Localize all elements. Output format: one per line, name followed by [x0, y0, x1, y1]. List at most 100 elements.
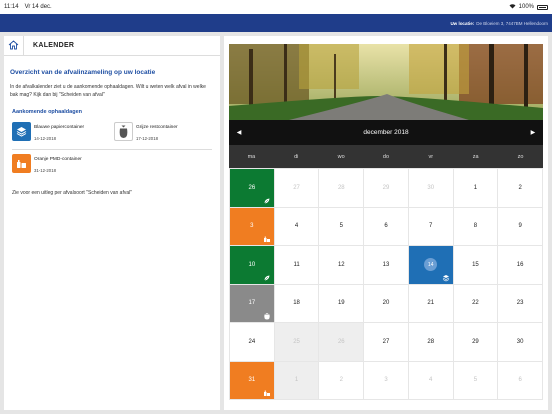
weekday-label: za: [472, 153, 479, 160]
location-label: Uw locatie:: [450, 20, 475, 26]
day-number: 4: [429, 377, 433, 384]
upcoming-pickups-row2: Oranje PMD-container 31-12-2018: [12, 154, 214, 181]
weekday-label: zo: [517, 153, 524, 160]
overview-heading: Overzicht van de afvalinzameling op uw l…: [10, 69, 156, 76]
calendar-day-cell[interactable]: 11: [274, 246, 320, 285]
battery-percentage: 100%: [518, 4, 534, 10]
upcoming-pickups: Blauwe papiercontainer 14-12-2018 Grijze…: [12, 122, 214, 149]
calendar-day-cell[interactable]: 4: [408, 361, 454, 400]
calendar-day-cell[interactable]: 26: [319, 323, 365, 362]
calendar-day-cell[interactable]: 23: [498, 284, 543, 323]
today-indicator: 14: [424, 258, 438, 272]
calendar-day-cell[interactable]: 5: [319, 207, 365, 246]
calendar-day-cell[interactable]: 19: [319, 284, 365, 323]
page-title: KALENDER: [33, 42, 75, 49]
calendar-day-cell[interactable]: 18: [274, 284, 320, 323]
day-number: 3: [250, 223, 254, 230]
status-time: 11:14: [4, 4, 19, 10]
next-month-button[interactable]: ▶: [527, 129, 539, 136]
calendar-day-cell[interactable]: 6: [498, 361, 543, 400]
calendar-day-cell[interactable]: 4: [274, 207, 320, 246]
day-number: 27: [293, 184, 300, 191]
calendar-day-cell[interactable]: 6: [364, 207, 409, 246]
day-number: 30: [516, 338, 524, 345]
calendar-day-cell[interactable]: 12: [319, 246, 365, 285]
location-bar: Uw locatie: De Bloeiem 3, 7447BM Hellend…: [0, 14, 552, 32]
day-number: 1: [294, 377, 299, 384]
pickup-item-orange[interactable]: Oranje PMD-container 31-12-2018: [12, 154, 114, 181]
calendar-day-cell[interactable]: 20: [364, 284, 409, 323]
calendar-day-cell[interactable]: 3: [364, 361, 409, 400]
pickup-item-blue[interactable]: Blauwe papiercontainer 14-12-2018: [12, 122, 114, 149]
day-number: 26: [248, 184, 256, 191]
day-number: 12: [337, 261, 345, 268]
day-number: 10: [248, 261, 256, 268]
weekday-label: wo: [337, 153, 345, 160]
calendar-day-cell[interactable]: 7: [408, 207, 454, 246]
weekday-label: vr: [428, 153, 434, 160]
gft-icon: [263, 197, 271, 205]
day-number: 28: [337, 184, 345, 191]
calendar-day-cell[interactable]: 1: [274, 361, 320, 400]
calendar-day-cell[interactable]: 16: [498, 246, 543, 285]
calendar-day-cell[interactable]: 25: [274, 323, 320, 362]
weekday-header: ma di wo do vr za zo: [229, 145, 543, 168]
calendar-day-cell[interactable]: 26: [230, 169, 275, 208]
calendar-day-cell[interactable]: 31: [230, 361, 275, 400]
day-number: 30: [427, 184, 435, 191]
calendar-day-cell[interactable]: 15: [453, 246, 499, 285]
calendar-day-cell[interactable]: 21: [408, 284, 454, 323]
paper-icon: [12, 122, 31, 141]
location-address[interactable]: De Bloeiem 3, 7447BM Hellendoorn: [476, 21, 548, 26]
calendar-day-cell[interactable]: 30: [408, 169, 454, 208]
calendar-day-cell[interactable]: 27: [274, 169, 320, 208]
day-number: 7: [429, 223, 433, 230]
home-icon: [8, 37, 19, 55]
pickup-name: Oranje PMD-container: [34, 157, 82, 162]
day-number: 9: [518, 223, 522, 230]
pickup-date: 31-12-2018: [34, 168, 56, 173]
calendar-day-cell[interactable]: 8: [453, 207, 499, 246]
weekday-label: di: [294, 153, 299, 160]
calendar-day-cell[interactable]: 17: [230, 284, 275, 323]
calendar-day-cell[interactable]: 10: [230, 246, 275, 285]
calendar-day-cell[interactable]: 2: [319, 361, 365, 400]
home-button[interactable]: [4, 35, 24, 56]
calendar-info-panel: KALENDER Overzicht van de afvalinzamelin…: [4, 35, 220, 410]
calendar-day-cell[interactable]: 3: [230, 207, 275, 246]
calendar-day-cell[interactable]: 13: [364, 246, 409, 285]
upcoming-heading: Aankomende ophaaldagen: [12, 109, 82, 115]
previous-month-button[interactable]: ◀: [233, 129, 245, 136]
calendar-day-cell[interactable]: 27: [364, 323, 409, 362]
panel-header: KALENDER: [4, 35, 220, 56]
paper-icon: [442, 274, 450, 282]
day-number: 2: [518, 184, 522, 191]
calendar-day-cell[interactable]: 28: [408, 323, 454, 362]
divider: [12, 149, 212, 150]
calendar-day-cell[interactable]: 2: [498, 169, 543, 208]
pickup-item-grey[interactable]: Grijze restcontainer 17-12-2018: [114, 122, 216, 149]
day-number: 11: [293, 261, 300, 268]
day-number: 15: [472, 261, 479, 268]
calendar-day-cell[interactable]: 1: [453, 169, 499, 208]
day-number: 6: [384, 223, 388, 230]
calendar-grid: 26 27 28 29 30 1 2 3 4 5 6 7 8 9 10 11 12 13 14 15 16 17 18 19 2…: [229, 168, 543, 400]
forest-road-banner: [229, 44, 543, 120]
day-number: 29: [472, 338, 479, 345]
calendar-day-cell[interactable]: 28: [319, 169, 365, 208]
pmd-icon: [263, 235, 271, 243]
calendar-day-cell[interactable]: 24: [230, 323, 275, 362]
calendar-day-cell[interactable]: 9: [498, 207, 543, 246]
calendar-day-cell[interactable]: 5: [453, 361, 499, 400]
calendar-day-cell[interactable]: 30: [498, 323, 543, 362]
calendar-day-cell[interactable]: 29: [453, 323, 499, 362]
day-number: 21: [427, 300, 435, 307]
calendar-day-cell[interactable]: 14: [408, 246, 454, 285]
pmd-icon: [263, 389, 271, 397]
calendar-day-cell[interactable]: 29: [364, 169, 409, 208]
day-number: 20: [382, 300, 390, 307]
month-navigation: ◀ december 2018 ▶: [229, 120, 543, 145]
calendar-day-cell[interactable]: 22: [453, 284, 499, 323]
day-number: 5: [473, 377, 478, 384]
day-number: 14: [427, 261, 434, 268]
